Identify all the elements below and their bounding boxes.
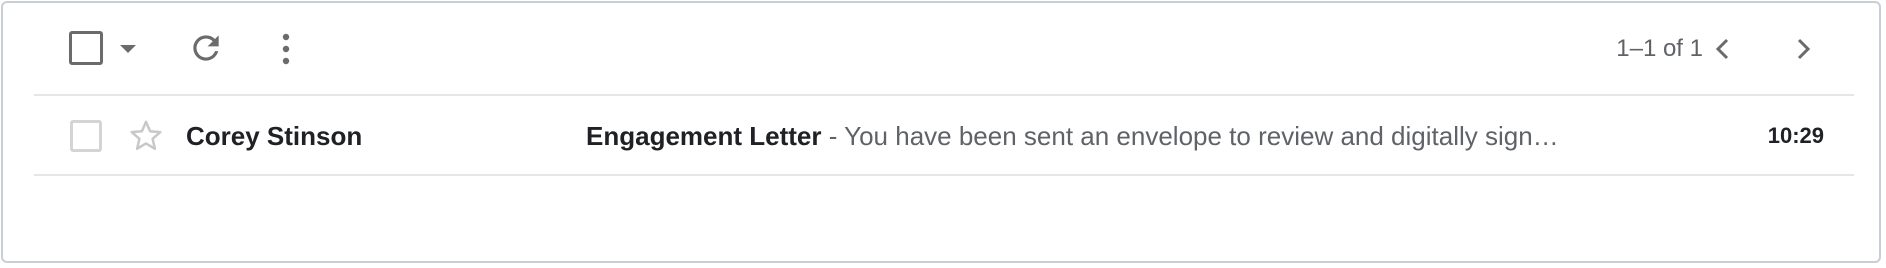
message-time: 10:29	[1767, 123, 1824, 148]
message-checkbox[interactable]	[70, 120, 102, 152]
mail-list-panel: 1–1 of 1 Corey Stinson Engagement Letter…	[1, 1, 1881, 263]
pagination-range: 1–1 of 1	[1616, 35, 1703, 62]
select-all-checkbox[interactable]	[69, 31, 103, 65]
message-row[interactable]: Corey Stinson Engagement Letter - You ha…	[34, 96, 1854, 174]
message-subject-line: Engagement Letter - You have been sent a…	[586, 118, 1686, 154]
message-subject: Engagement Letter	[586, 121, 822, 151]
refresh-icon[interactable]	[187, 29, 225, 67]
list-divider	[34, 174, 1854, 176]
chevron-left-icon[interactable]	[1709, 31, 1737, 67]
mail-toolbar: 1–1 of 1	[3, 3, 1879, 95]
caret-down-icon[interactable]	[117, 42, 139, 56]
message-snippet: You have been sent an envelope to review…	[844, 121, 1559, 151]
subject-separator: -	[821, 121, 845, 151]
message-sender: Corey Stinson	[186, 121, 363, 151]
chevron-right-icon[interactable]	[1789, 31, 1817, 67]
more-vert-icon[interactable]	[271, 29, 301, 69]
star-icon[interactable]	[126, 116, 166, 156]
